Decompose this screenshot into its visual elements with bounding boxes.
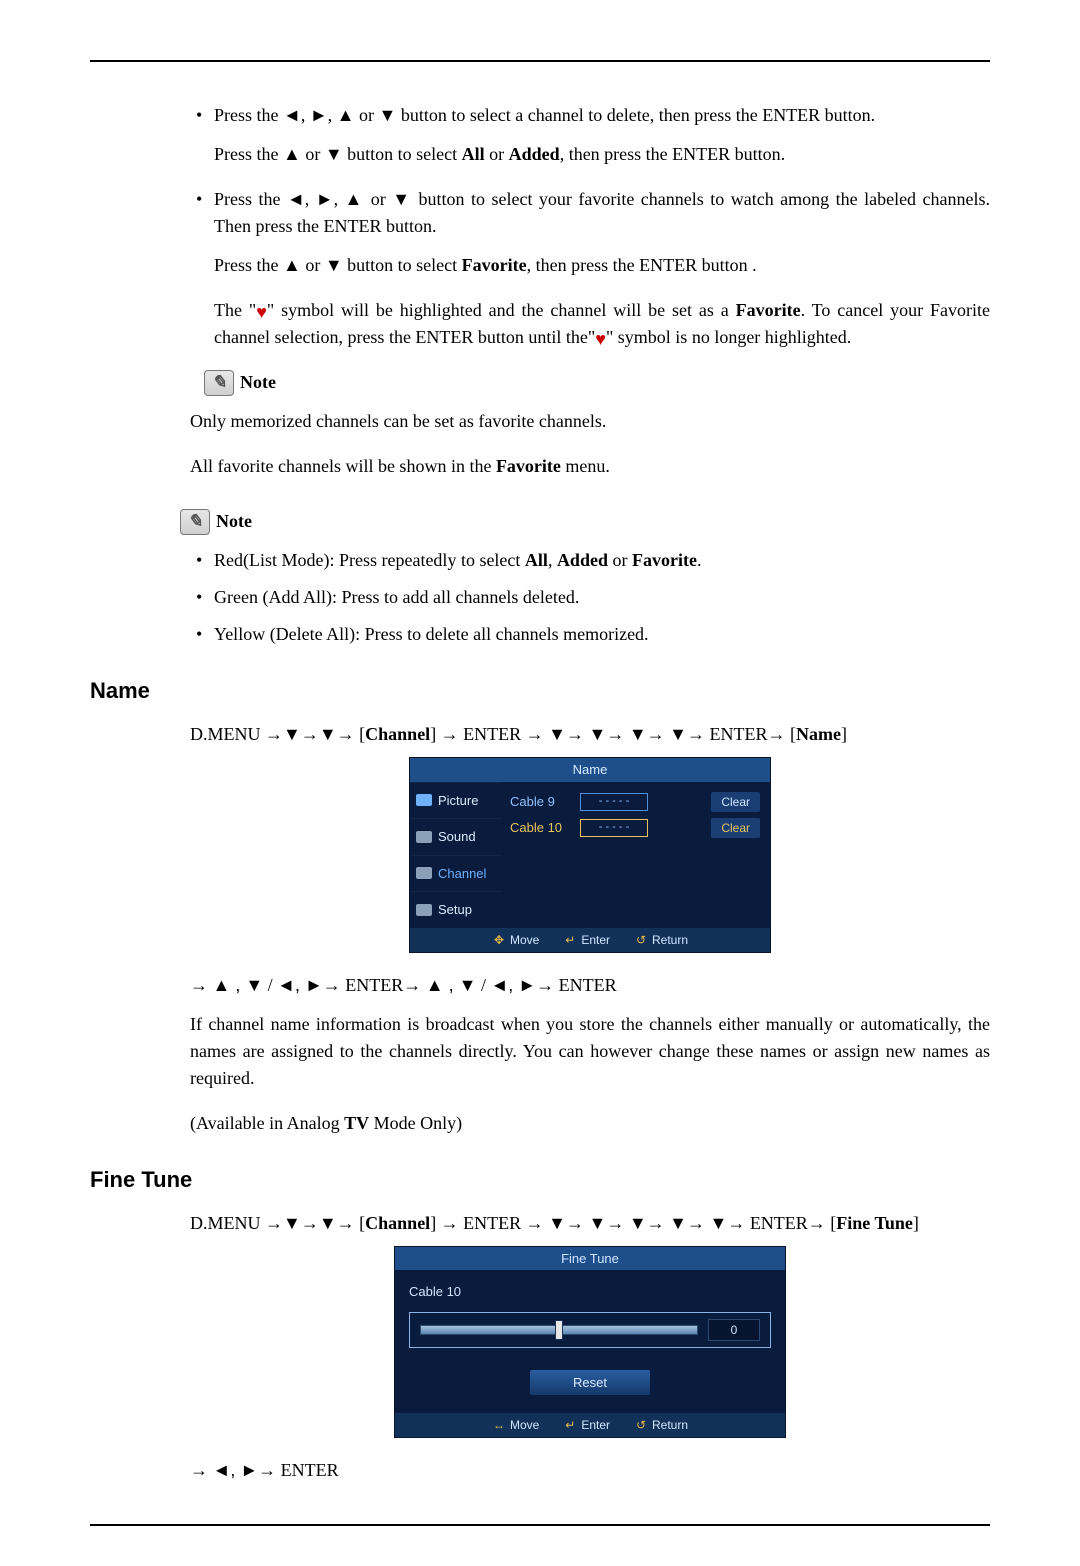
channel-label: Cable 10	[510, 818, 572, 838]
text: Press the	[214, 105, 283, 125]
enter-icon: ↵	[563, 1419, 577, 1431]
sound-icon	[416, 831, 432, 843]
return-icon: ↺	[634, 1419, 648, 1431]
osd-side-channel[interactable]: Channel	[410, 855, 502, 892]
note-icon: ✎	[180, 509, 210, 535]
move-icon: ✥	[492, 934, 506, 946]
channel-label: Cable 10	[409, 1282, 771, 1302]
left-icon: ◄	[287, 189, 305, 209]
list-item: Press the ◄, ►, ▲ or ▼ button to select …	[190, 186, 990, 396]
osd-finetune-dialog: Fine Tune Cable 10 0 Reset ↔Move ↵Enter …	[395, 1247, 785, 1438]
down-icon: ▼	[392, 189, 412, 209]
finetune-slider[interactable]: 0	[409, 1312, 771, 1348]
down-icon: ▼	[325, 255, 343, 275]
clear-button[interactable]: Clear	[711, 792, 760, 812]
down-icon: ▼	[325, 144, 343, 164]
text: Press the ▲ or ▼ button to select All or…	[214, 141, 990, 168]
return-icon: ↺	[634, 934, 648, 946]
slider-track[interactable]	[420, 1325, 698, 1335]
picture-icon	[416, 794, 432, 806]
list-item: Red(List Mode): Press repeatedly to sele…	[190, 547, 990, 574]
note-label: Note	[240, 369, 276, 396]
osd-row[interactable]: Cable 9 - - - - - Clear	[510, 792, 760, 812]
up-icon: ▲	[283, 144, 301, 164]
nav-sequence: → ▲ , ▼ / ◄, ►→ ENTER→ ▲ , ▼ / ◄, ►→ ENT…	[190, 972, 990, 999]
text: Only memorized channels can be set as fa…	[190, 408, 990, 435]
slider-thumb[interactable]	[555, 1320, 563, 1340]
text: button to select a channel to delete, th…	[396, 105, 875, 125]
heart-icon: ♥	[595, 330, 606, 348]
osd-title: Fine Tune	[395, 1247, 785, 1271]
section-heading-name: Name	[90, 674, 990, 707]
osd-side-picture[interactable]: Picture	[410, 782, 502, 819]
text: (Available in Analog TV Mode Only)	[190, 1110, 990, 1137]
osd-footer: ✥Move ↵Enter ↺Return	[410, 928, 770, 952]
menu-path: D.MENU →▼→▼→ [Channel] → ENTER → ▼→ ▼→ ▼…	[190, 1210, 990, 1237]
text: Press the ▲ or ▼ button to select Favori…	[214, 252, 990, 279]
list-item: Yellow (Delete All): Press to delete all…	[190, 621, 990, 648]
text: Press the	[214, 189, 287, 209]
channel-label: Cable 9	[510, 792, 572, 812]
up-icon: ▲	[283, 255, 301, 275]
up-icon: ▲	[345, 189, 365, 209]
section-heading-finetune: Fine Tune	[90, 1163, 990, 1196]
clear-button[interactable]: Clear	[711, 818, 760, 838]
name-field[interactable]: - - - - -	[580, 793, 648, 811]
heart-icon: ♥	[256, 303, 267, 321]
osd-side-sound[interactable]: Sound	[410, 818, 502, 855]
list-item: Press the ◄, ►, ▲ or ▼ button to select …	[190, 102, 990, 168]
name-field[interactable]: - - - - -	[580, 819, 648, 837]
left-icon: ◄	[283, 105, 301, 125]
enter-icon: ↵	[563, 934, 577, 946]
reset-button[interactable]: Reset	[530, 1370, 650, 1396]
setup-icon	[416, 904, 432, 916]
down-icon: ▼	[378, 105, 396, 125]
slider-value: 0	[708, 1319, 760, 1341]
text: The "♥" symbol will be highlighted and t…	[214, 297, 990, 351]
osd-side-setup[interactable]: Setup	[410, 891, 502, 928]
text: If channel name information is broadcast…	[190, 1011, 990, 1092]
text: ,	[301, 105, 310, 125]
text: or	[354, 105, 378, 125]
right-icon: ►	[310, 105, 328, 125]
right-icon: ►	[316, 189, 334, 209]
osd-title: Name	[410, 758, 770, 782]
up-icon: ▲	[337, 105, 355, 125]
nav-sequence: → ◄, ►→ ENTER	[190, 1457, 990, 1484]
osd-name-dialog: Name Picture Sound Channel Setup Cable 9…	[410, 758, 770, 952]
osd-sidebar: Picture Sound Channel Setup	[410, 782, 502, 928]
text: ,	[328, 105, 337, 125]
osd-footer: ↔Move ↵Enter ↺Return	[395, 1413, 785, 1437]
list-item: Green (Add All): Press to add all channe…	[190, 584, 990, 611]
channel-icon	[416, 867, 432, 879]
osd-row-selected[interactable]: Cable 10 - - - - - Clear	[510, 818, 760, 838]
move-icon: ↔	[492, 1419, 506, 1431]
note-icon: ✎	[204, 370, 234, 396]
menu-path: D.MENU →▼→▼→ [Channel] → ENTER → ▼→ ▼→ ▼…	[190, 721, 990, 748]
note-label: Note	[216, 508, 252, 535]
text: All favorite channels will be shown in t…	[190, 453, 990, 480]
